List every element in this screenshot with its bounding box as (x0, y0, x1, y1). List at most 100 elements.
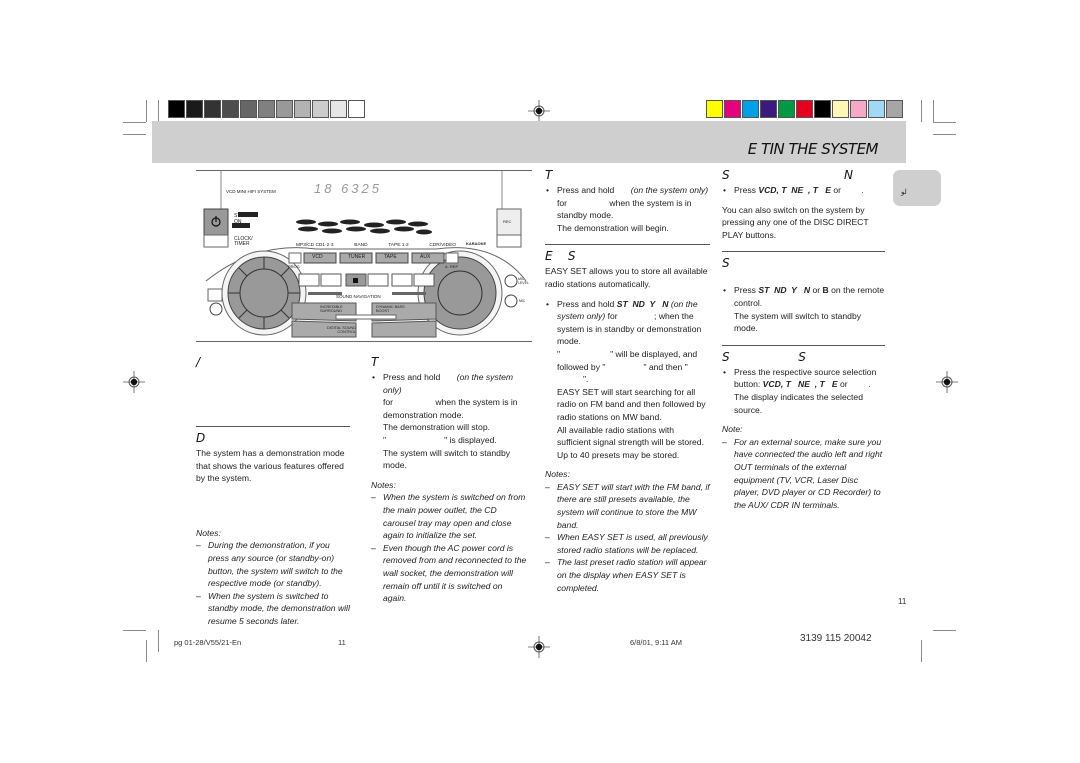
color-swatch (760, 100, 777, 118)
registration-mark-icon (936, 371, 958, 393)
result-text: " " is displayed. (383, 434, 497, 445)
instruction-text: Press and hold (383, 372, 441, 382)
column-demo-off: T Press and hold (on the system only) fo… (371, 355, 527, 605)
instruction-text: Press and hold (557, 185, 615, 195)
grayscale-swatch (258, 100, 275, 118)
instruction-text: for (607, 311, 618, 322)
color-swatch (868, 100, 885, 118)
divider (722, 344, 885, 346)
color-swatch (796, 100, 813, 118)
footer-page: 11 (338, 638, 346, 647)
divider (196, 426, 350, 427)
note-item: EASY SET will start with the FM band, if… (545, 481, 710, 531)
instruction-bullet: Press VCD, T NE , T E or . (722, 184, 885, 197)
page-title: E TIN THE SYSTEM (747, 140, 879, 158)
note-item: When EASY SET is used, all previously st… (545, 531, 710, 556)
section-heading-demonstration: D (196, 431, 206, 445)
instruction-bullet: Press and hold ST ND Y N (on the system … (545, 298, 710, 348)
digital-sound-control-label: DIGITAL SOUND CONTROL (326, 326, 356, 334)
language-tab-label: لو (901, 189, 907, 196)
timer-label: TIMER (234, 241, 250, 247)
section-heading: T (371, 355, 379, 369)
color-swatch (706, 100, 723, 118)
mic-level-label: MIC LEVEL (518, 277, 529, 285)
incredible-surround-label: INCREDIBLE SURROUND (320, 305, 343, 313)
footer-code: 3139 115 20042 (800, 633, 872, 644)
crop-mark (146, 640, 147, 662)
crop-mark (933, 134, 956, 135)
rec-label: REC (503, 219, 512, 224)
column-switching: S N Press VCD, T NE , T E or . You can a… (722, 168, 885, 511)
instruction-bullet: Press ST ND Y N or B on the remote contr… (722, 284, 885, 309)
source-button-label: TUNER (348, 254, 366, 260)
section-heading-source: S S (722, 349, 806, 364)
footer-datetime: 6/8/01, 9:11 AM (630, 638, 682, 647)
instruction-bullet: Press and hold (on the system only) for … (371, 371, 527, 421)
result-text: The display indicates the selected sourc… (734, 391, 863, 415)
crop-mark (921, 640, 922, 662)
source-label: TAPE 1·2 (388, 243, 409, 248)
easy-set-intro: EASY SET allows you to store all availab… (545, 266, 708, 289)
dynamic-bass-boost-label: DYNAMIC BASS BOOST (376, 305, 405, 313)
footer-filename: pg 01-28/V55/21-En (174, 638, 242, 647)
demo-description: The system has a demonstration mode that… (196, 448, 345, 484)
divider (545, 244, 710, 246)
grayscale-swatch (186, 100, 203, 118)
crop-mark (123, 122, 146, 123)
result-text: The system will switch to standby mode. (383, 447, 511, 471)
grayscale-swatch (276, 100, 293, 118)
instruction-bullet: Press the respective source selection bu… (722, 366, 885, 391)
section-heading-standby: S (722, 256, 730, 271)
switch-on-text: You can also switch on the system by pre… (722, 204, 869, 240)
notes-label: Notes: (545, 469, 570, 480)
notes-label: Notes: (196, 527, 221, 538)
crop-mark (158, 630, 159, 652)
color-swatch (832, 100, 849, 118)
grayscale-swatch (222, 100, 239, 118)
result-text: The demonstration will begin. (557, 222, 669, 233)
color-swatch (850, 100, 867, 118)
registration-mark-icon (528, 100, 550, 122)
note-item: For an external source, make sure you ha… (722, 436, 885, 512)
sound-navigation-label: SOUND NAVIGATION (336, 294, 381, 299)
note-item: When the system is switched on from the … (371, 491, 527, 541)
source-button-label: VCD (312, 254, 323, 260)
instruction-text: (on the system only) (630, 185, 709, 195)
karaoke-logo: KARAOKE (466, 241, 487, 246)
note-item: The last preset radio station will appea… (545, 556, 710, 594)
result-text: " " will be displayed, and followed by " "… (557, 348, 698, 385)
instruction-text: for (557, 197, 568, 208)
instruction-bullet: Press and hold (on the system only) for … (545, 184, 710, 222)
language-tab: لو (893, 170, 941, 206)
note-item: When the system is switched to standby m… (196, 590, 350, 628)
mic-label: MIC (519, 299, 526, 303)
result-text: EASY SET will start searching for all ra… (557, 386, 706, 422)
source-label: BAND (354, 243, 368, 248)
instruction-text: when the system is in standby mode. (557, 197, 692, 221)
grayscale-swatch (168, 100, 185, 118)
display-digits: 18 6325 (314, 181, 382, 196)
result-text: The system will switch to standby mode. (734, 310, 862, 334)
instruction-text: for (383, 397, 394, 408)
crop-mark (933, 122, 956, 123)
prog-label: PROG (288, 264, 300, 269)
button-name: ST ND Y N (616, 298, 669, 309)
column-demo-on-easy-set: T Press and hold (on the system only) fo… (545, 168, 710, 594)
source-button-label: TAPE (384, 254, 397, 260)
on-label: ON (234, 219, 242, 225)
section-heading-switch-on: S N (722, 168, 854, 182)
device-front-panel-illustration: VCD MINI HIFI SYSTEM STANDBY ON CLOCK/ T… (196, 170, 532, 342)
divider (722, 251, 885, 253)
grayscale-swatch (348, 100, 365, 118)
note-item: During the demonstration, if you press a… (196, 539, 350, 589)
header-band: E TIN THE SYSTEM (152, 121, 906, 163)
color-swatch (742, 100, 759, 118)
source-button-label: AUX (420, 254, 431, 260)
registration-mark-icon (528, 636, 550, 658)
grayscale-swatch (204, 100, 221, 118)
crop-mark (933, 100, 934, 122)
notes-label: Notes: (371, 479, 396, 490)
arep-label: A. REP (445, 264, 459, 269)
instruction-text: Press and hold (557, 298, 615, 309)
grayscale-swatch (240, 100, 257, 118)
